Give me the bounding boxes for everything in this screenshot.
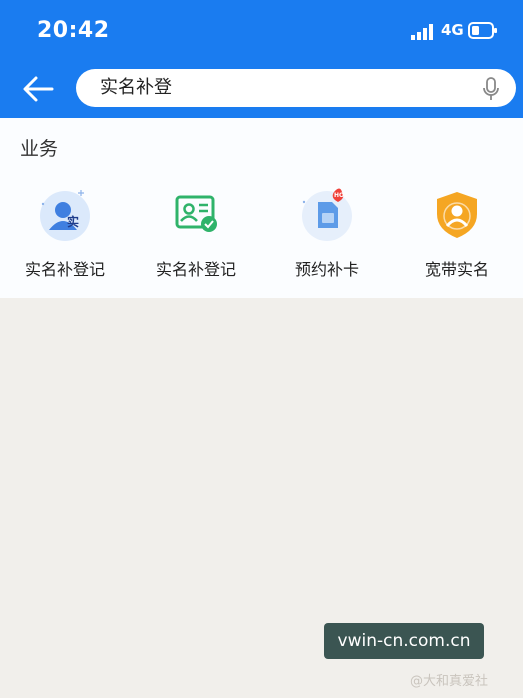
- signal-icon: [411, 24, 433, 40]
- battery-icon: [468, 22, 497, 39]
- service-label: 宽带实名: [424, 260, 489, 279]
- service-label: 预约补卡: [294, 260, 359, 279]
- business-section: 业务 实 实名补登记 实名补登记 HOT 预约补卡 宽带实名: [0, 118, 523, 298]
- watermark-banner: vwin-cn.com.cn: [324, 623, 484, 659]
- header: 20:42 4G: [0, 0, 523, 118]
- hot-badge: HOT: [334, 192, 349, 199]
- service-item-reserve-sim[interactable]: HOT 预约补卡: [262, 186, 392, 286]
- search-box[interactable]: [76, 69, 516, 107]
- service-badge: 实: [67, 215, 80, 229]
- sim-card-icon: HOT: [299, 186, 355, 242]
- service-item-real-name-register-2[interactable]: 实名补登记: [131, 186, 261, 286]
- section-title: 业务: [20, 138, 59, 160]
- back-arrow-icon[interactable]: [22, 75, 54, 103]
- service-label: 实名补登记: [24, 260, 105, 279]
- service-item-broadband-real-name[interactable]: 宽带实名: [392, 186, 522, 286]
- shield-user-icon: [429, 186, 485, 242]
- network-type: 4G: [441, 21, 464, 39]
- search-input[interactable]: [100, 69, 470, 107]
- service-label: 实名补登记: [155, 260, 236, 279]
- id-card-check-icon: [168, 186, 224, 242]
- person-real-name-icon: 实: [37, 186, 93, 242]
- status-time: 20:42: [37, 18, 110, 43]
- status-bar: 20:42 4G: [0, 0, 523, 62]
- service-item-real-name-register[interactable]: 实 实名补登记: [0, 186, 130, 286]
- mic-icon[interactable]: [482, 77, 500, 101]
- page: 20:42 4G 业: [0, 0, 523, 698]
- watermark-caption: @大和真爱社: [410, 674, 489, 689]
